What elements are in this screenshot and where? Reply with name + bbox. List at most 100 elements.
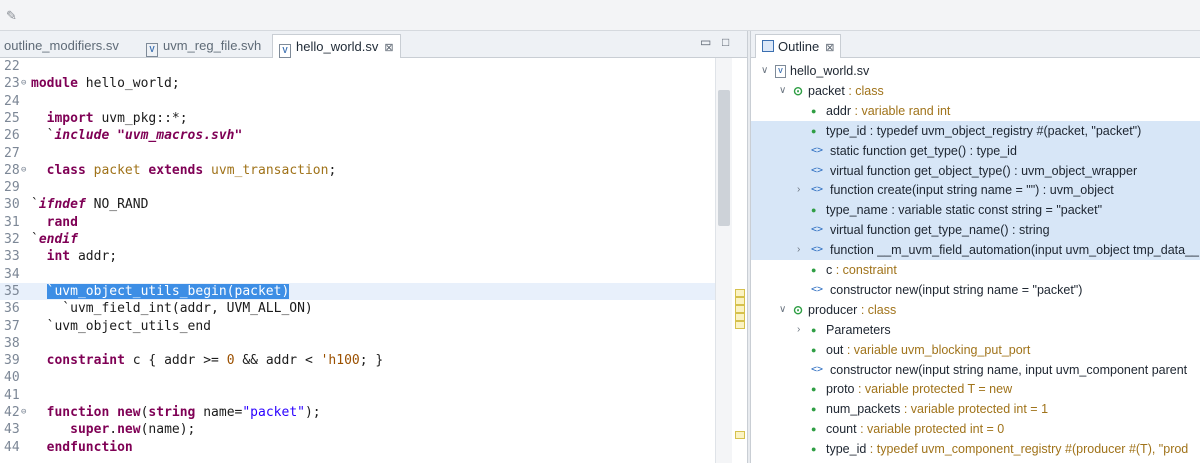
code-line[interactable]: 33 int addr;	[0, 248, 715, 265]
pencil-icon[interactable]: ✎	[6, 8, 17, 24]
code-token: ; }	[359, 353, 384, 369]
outline-item[interactable]: <> constructor new(input string name = "p…	[751, 280, 1200, 300]
close-icon[interactable]: ⊠	[384, 42, 393, 54]
field-icon: ●	[811, 404, 817, 415]
method-icon: <>	[811, 144, 824, 156]
outline-item[interactable]: <> static function get_type() : type_id	[751, 140, 1200, 161]
code-line[interactable]: 43 super.new(name);	[0, 421, 715, 438]
outline-item[interactable]: <> constructor new(input string name, inp…	[751, 360, 1200, 380]
fold-icon[interactable]: ⊖	[21, 404, 26, 421]
chevron-down-icon[interactable]: ∨	[779, 81, 786, 101]
code-line[interactable]: 41	[0, 387, 715, 404]
code-token: && addr <	[234, 353, 321, 369]
code-line[interactable]: 23 ⊖ module hello_world;	[0, 75, 715, 92]
outline-item[interactable]: ∨ Vhello_world.sv	[751, 61, 1200, 81]
outline-item[interactable]: <> virtual function get_object_type() : u…	[751, 160, 1200, 181]
method-icon: <>	[811, 283, 824, 295]
vertical-scrollbar[interactable]	[715, 58, 732, 463]
line-number: 29	[4, 180, 20, 196]
outline-item-name: proto	[826, 382, 855, 397]
fold-icon[interactable]: ⊖	[21, 162, 26, 179]
chevron-down-icon[interactable]: ∨	[761, 61, 768, 81]
close-icon[interactable]: ⊠	[825, 42, 834, 54]
occurrence-marker[interactable]	[735, 431, 745, 439]
code-line[interactable]: 34	[0, 266, 715, 283]
outline-item[interactable]: <> static function get_type() : type_id	[751, 459, 1200, 463]
outline-item[interactable]: ● count : variable protected int = 0	[751, 419, 1200, 439]
code-line[interactable]: 28 ⊖ class packet extends uvm_transaction…	[0, 162, 715, 179]
code-line[interactable]: 26 `include "uvm_macros.svh"	[0, 127, 715, 144]
occurrence-marker[interactable]	[735, 313, 745, 321]
field-icon: ●	[811, 344, 817, 355]
tab-uvm-reg-file[interactable]: Vuvm_reg_file.svh	[146, 34, 261, 57]
outline-item[interactable]: › <> function create(input string name = "…	[751, 180, 1200, 201]
tab-hello-world[interactable]: Vhello_world.sv ⊠	[272, 34, 401, 58]
code-line[interactable]: 40	[0, 369, 715, 386]
code-token: addr;	[70, 249, 118, 265]
outline-item[interactable]: › ● Parameters	[751, 320, 1200, 340]
code-area[interactable]: 22 23 ⊖ module hello_world; 24 25 import uvm_…	[0, 58, 747, 463]
line-number: 22	[4, 59, 20, 74]
sv-file-icon: V	[279, 44, 291, 58]
tab-outline[interactable]: Outline ⊠	[755, 34, 842, 58]
code-token: super	[70, 422, 110, 438]
chevron-right-icon[interactable]: ›	[797, 180, 800, 200]
code-line[interactable]: 31 rand	[0, 214, 715, 231]
occurrence-marker[interactable]	[735, 321, 745, 329]
scrollbar-thumb[interactable]	[718, 90, 730, 226]
outline-item[interactable]: ● addr : variable rand int	[751, 101, 1200, 121]
outline-item[interactable]: ● proto : variable protected T = new	[751, 379, 1200, 399]
outline-item[interactable]: ∨ ⊙ producer : class	[751, 300, 1200, 320]
line-number: 39	[4, 353, 20, 369]
outline-item-name: type_id : typedef uvm_object_registry #(…	[826, 123, 1142, 138]
code-token: function	[46, 405, 110, 420]
code-line[interactable]: 42 ⊖ function new(string name="packet");	[0, 404, 715, 421]
code-text: int addr;	[31, 248, 117, 265]
code-line[interactable]: 25 import uvm_pkg::*;	[0, 110, 715, 127]
line-number: 31	[4, 214, 20, 230]
outline-item-label: static function get_type() : type_id	[830, 141, 1017, 161]
code-line[interactable]: 32 `endif	[0, 231, 715, 248]
fold-icon[interactable]: ⊖	[21, 75, 26, 92]
code-line[interactable]: 39 constraint c { addr >= 0 && addr < 'h…	[0, 352, 715, 369]
code-line[interactable]: 37 `uvm_object_utils_end	[0, 318, 715, 335]
outline-item[interactable]: ∨ ⊙ packet : class	[751, 81, 1200, 101]
outline-item[interactable]: ● type_id : typedef uvm_component_registr…	[751, 439, 1200, 459]
outline-item-label: num_packets : variable protected int = 1	[826, 399, 1048, 419]
field-icon: ●	[811, 444, 817, 455]
code-line[interactable]: 30 `ifndef NO_RAND	[0, 196, 715, 213]
chevron-down-icon[interactable]: ∨	[779, 300, 786, 320]
code-token: 'h100	[320, 353, 360, 369]
occurrence-marker[interactable]	[735, 289, 745, 297]
outline-item[interactable]: ● num_packets : variable protected int = …	[751, 399, 1200, 419]
code-token: new	[117, 405, 141, 420]
outline-item-detail: : class	[844, 83, 884, 98]
outline-item[interactable]: ● c : constraint	[751, 260, 1200, 280]
code-line[interactable]: 27	[0, 145, 715, 162]
outline-item[interactable]: ● out : variable uvm_blocking_put_port	[751, 340, 1200, 360]
outline-item-label: constructor new(input string name, input…	[830, 360, 1187, 380]
code-line[interactable]: 24	[0, 93, 715, 110]
line-number: 36	[4, 301, 20, 317]
tab-outline-modifiers[interactable]: outline_modifiers.sv	[4, 34, 119, 57]
outline-item[interactable]: ● type_id : typedef uvm_object_registry #…	[751, 120, 1200, 141]
code-line[interactable]: 22	[0, 58, 715, 75]
outline-item-label: constructor new(input string name = "pac…	[830, 280, 1082, 300]
outline-item[interactable]: <> virtual function get_type_name() : str…	[751, 220, 1200, 241]
outline-item[interactable]: › <> function __m_uvm_field_automation(inp…	[751, 240, 1200, 261]
maximize-icon[interactable]: □	[722, 35, 729, 49]
chevron-right-icon[interactable]: ›	[797, 320, 800, 340]
code-line[interactable]: 36 `uvm_field_int(addr, UVM_ALL_ON)	[0, 300, 715, 317]
code-line[interactable]: 29	[0, 179, 715, 196]
code-token: (name);	[140, 422, 196, 438]
minimize-icon[interactable]: ▭	[700, 35, 711, 49]
chevron-right-icon[interactable]: ›	[797, 240, 800, 260]
code-line[interactable]: 44 endfunction	[0, 439, 715, 456]
occurrence-marker[interactable]	[735, 297, 745, 305]
occurrence-marker[interactable]	[735, 305, 745, 313]
code-line[interactable]: 35 `uvm_object_utils_begin(packet)	[0, 282, 715, 300]
code-line[interactable]: 38	[0, 335, 715, 352]
outline-item[interactable]: ● type_name : variable static const strin…	[751, 200, 1200, 221]
